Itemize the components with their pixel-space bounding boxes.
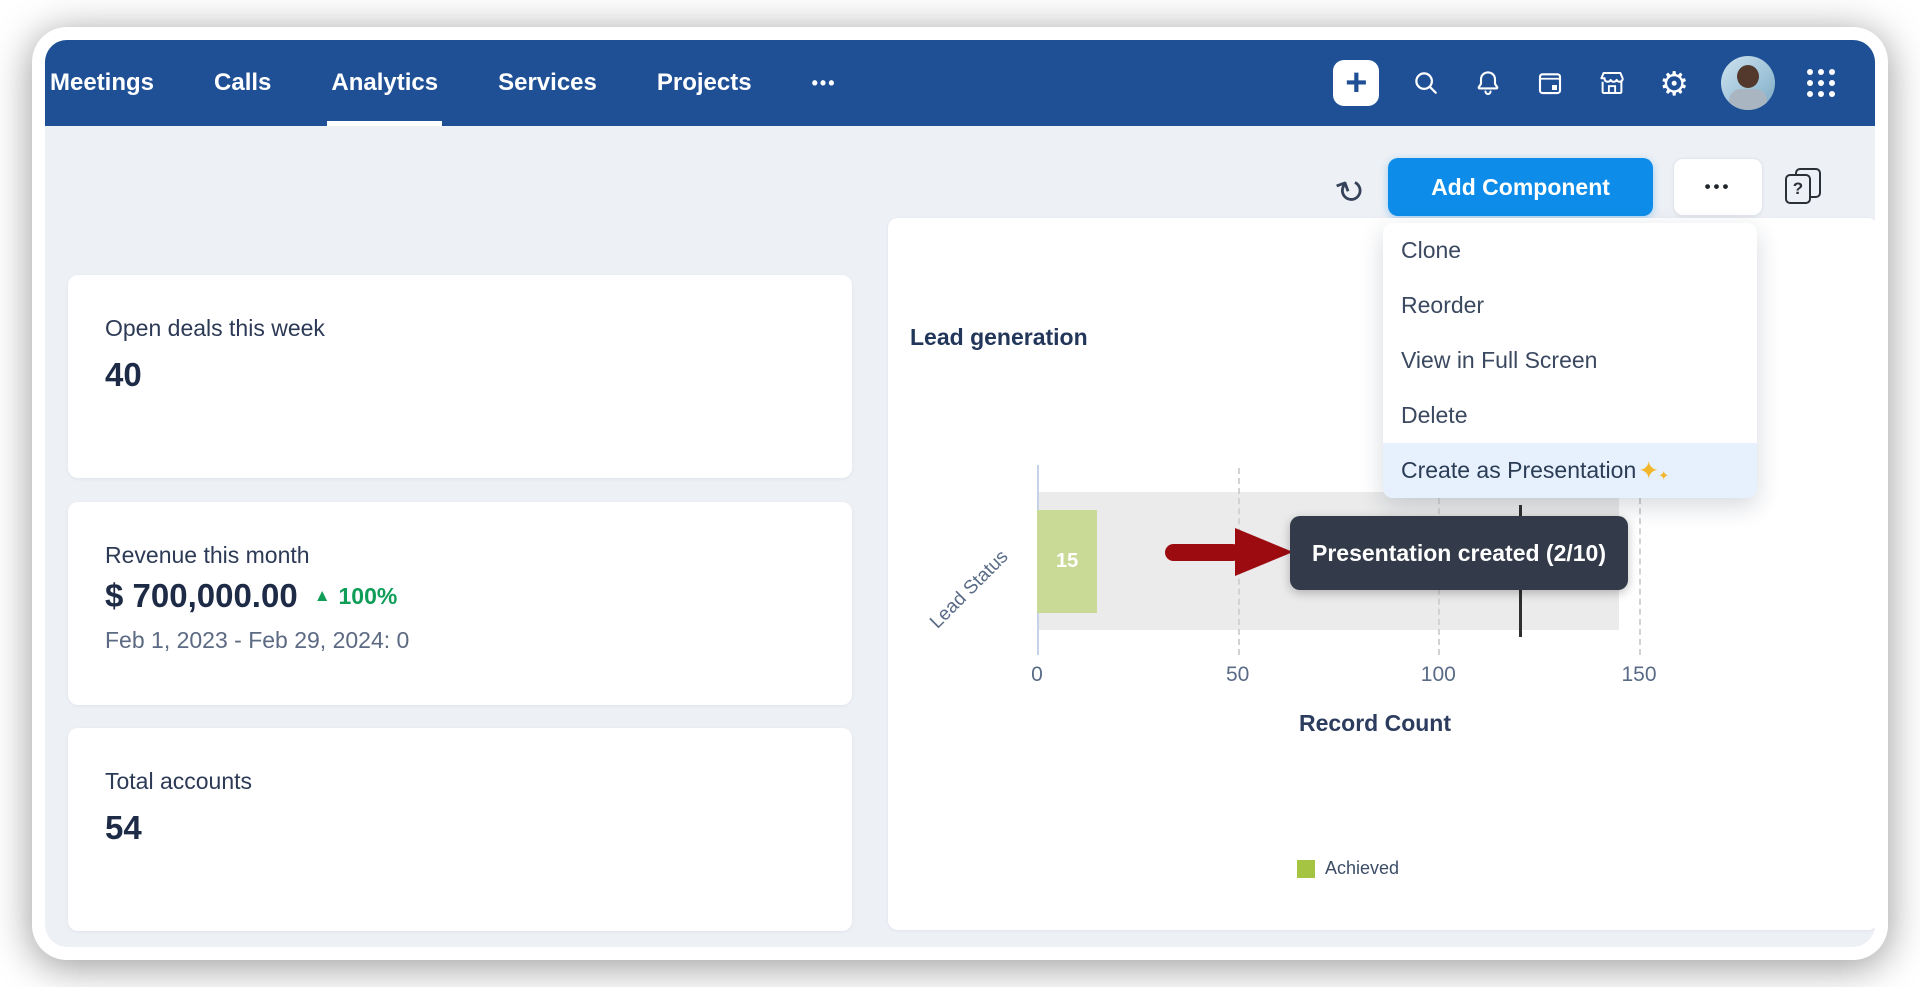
tab-analytics[interactable]: Analytics xyxy=(331,40,438,126)
y-axis-label: Lead Status xyxy=(926,546,1013,633)
menu-item-delete[interactable]: Delete xyxy=(1383,388,1757,443)
kpi-card-open-deals: Open deals this week 40 xyxy=(68,275,852,478)
menu-item-clone[interactable]: Clone xyxy=(1383,223,1757,278)
kpi-title: Total accounts xyxy=(105,768,815,795)
user-avatar[interactable] xyxy=(1721,56,1775,110)
menu-item-create-as-presentation[interactable]: Create as Presentation ✦✦ xyxy=(1383,443,1757,498)
help-docs-icon[interactable]: ? xyxy=(1783,168,1823,208)
legend-achieved[interactable]: Achieved xyxy=(1297,858,1399,879)
presentation-created-tooltip: Presentation created (2/10) xyxy=(1290,516,1628,590)
search-icon[interactable] xyxy=(1411,68,1441,98)
legend-swatch xyxy=(1297,860,1315,878)
menu-item-view-full-screen[interactable]: View in Full Screen xyxy=(1383,333,1757,388)
quick-create-icon[interactable]: + xyxy=(1333,60,1379,106)
tab-meetings[interactable]: Meetings xyxy=(50,40,154,126)
kpi-card-total-accounts: Total accounts 54 xyxy=(68,728,852,931)
calendar-icon[interactable] xyxy=(1535,68,1565,98)
x-tick-label: 150 xyxy=(1621,663,1656,687)
kpi-value: $ 700,000.00 xyxy=(105,577,298,615)
x-axis-label: Record Count xyxy=(1299,710,1451,737)
legend-label: Achieved xyxy=(1325,858,1399,879)
more-options-button[interactable]: ••• xyxy=(1673,158,1763,216)
menu-item-reorder[interactable]: Reorder xyxy=(1383,278,1757,333)
notifications-bell-icon[interactable] xyxy=(1473,68,1503,98)
tab-projects[interactable]: Projects xyxy=(657,40,752,126)
help-question-mark: ? xyxy=(1785,174,1811,204)
delta-percent: 100% xyxy=(339,583,398,610)
annotation-arrow-icon xyxy=(1165,528,1293,576)
chart-bar: 15 xyxy=(1037,510,1097,613)
kpi-title: Revenue this month xyxy=(105,542,815,569)
x-tick-label: 0 xyxy=(1031,663,1043,687)
nav-tabs: Meetings Calls Analytics Services Projec… xyxy=(45,40,837,126)
x-tick-label: 100 xyxy=(1421,663,1456,687)
settings-gear-icon[interactable]: ⚙ xyxy=(1659,67,1689,100)
kpi-subtitle: Feb 1, 2023 - Feb 29, 2024: 0 xyxy=(105,627,815,654)
nav-icon-row: + ⚙ xyxy=(1333,56,1875,110)
kpi-title: Open deals this week xyxy=(105,315,815,342)
add-component-button[interactable]: Add Component xyxy=(1388,158,1653,216)
sparkle-icon: ✦✦ xyxy=(1638,456,1659,486)
delta-up-icon: ▲ xyxy=(314,586,331,606)
marketplace-store-icon[interactable] xyxy=(1597,68,1627,98)
refresh-icon[interactable]: ↻ xyxy=(1331,168,1371,215)
more-tabs-icon[interactable]: ••• xyxy=(812,40,837,126)
chart-bar-label: 15 xyxy=(1056,550,1078,573)
plus-icon: + xyxy=(1345,64,1367,102)
component-options-menu: Clone Reorder View in Full Screen Delete… xyxy=(1383,223,1757,498)
apps-grid-icon[interactable] xyxy=(1807,69,1835,97)
app-window: Meetings Calls Analytics Services Projec… xyxy=(45,40,1875,947)
x-tick-label: 50 xyxy=(1226,663,1249,687)
menu-item-label: Create as Presentation xyxy=(1401,457,1636,484)
kpi-value: 40 xyxy=(105,356,815,394)
kpi-card-revenue: Revenue this month $ 700,000.00 ▲ 100% F… xyxy=(68,502,852,705)
top-nav: Meetings Calls Analytics Services Projec… xyxy=(45,40,1875,126)
kpi-delta: ▲ 100% xyxy=(314,583,398,610)
tab-services[interactable]: Services xyxy=(498,40,597,126)
kpi-value: 54 xyxy=(105,809,815,847)
tab-calls[interactable]: Calls xyxy=(214,40,271,126)
